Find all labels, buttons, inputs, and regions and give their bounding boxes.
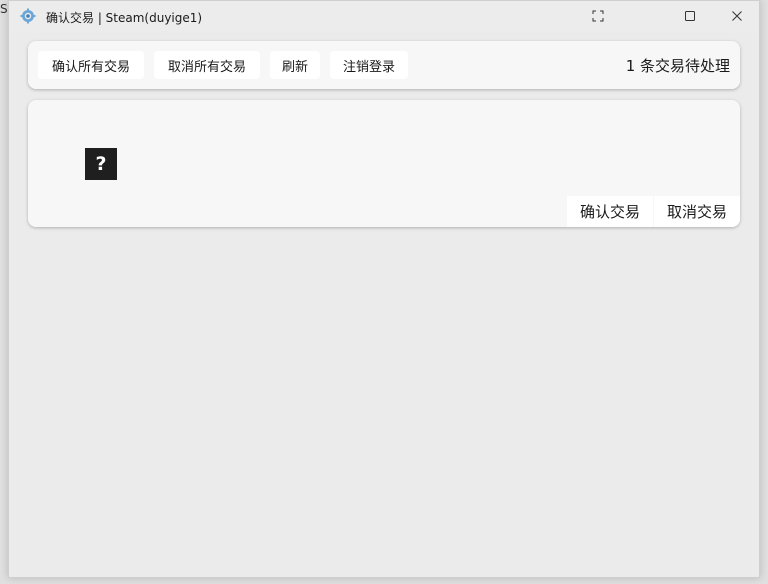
unknown-item-icon: ?: [85, 148, 117, 180]
confirm-trade-button[interactable]: 确认交易: [567, 196, 653, 227]
confirm-all-button[interactable]: 确认所有交易: [38, 51, 144, 79]
cancel-all-button[interactable]: 取消所有交易: [154, 51, 260, 79]
refresh-button[interactable]: 刷新: [270, 51, 320, 79]
close-icon: [732, 11, 742, 21]
steam-gear-icon: [20, 8, 36, 24]
maximize-icon: [685, 11, 695, 21]
title-bar[interactable]: 确认交易 | Steam(duyige1): [9, 1, 759, 31]
toolbar: 确认所有交易 取消所有交易 刷新 注销登录 1 条交易待处理: [28, 41, 740, 89]
maximize-button[interactable]: [667, 1, 713, 31]
fullscreen-button[interactable]: [575, 1, 621, 31]
confirm-trade-window: 确认交易 | Steam(duyige1) 确认所有交易 取消所有交易 刷新 注…: [8, 0, 760, 578]
logout-button[interactable]: 注销登录: [330, 51, 408, 79]
window-title: 确认交易 | Steam(duyige1): [46, 11, 203, 25]
pending-trades-count: 1 条交易待处理: [625, 57, 730, 75]
trade-card: ? 确认交易 取消交易: [28, 100, 740, 227]
close-button[interactable]: [714, 1, 760, 31]
cancel-trade-button[interactable]: 取消交易: [654, 196, 740, 227]
fullscreen-icon: [592, 10, 604, 22]
